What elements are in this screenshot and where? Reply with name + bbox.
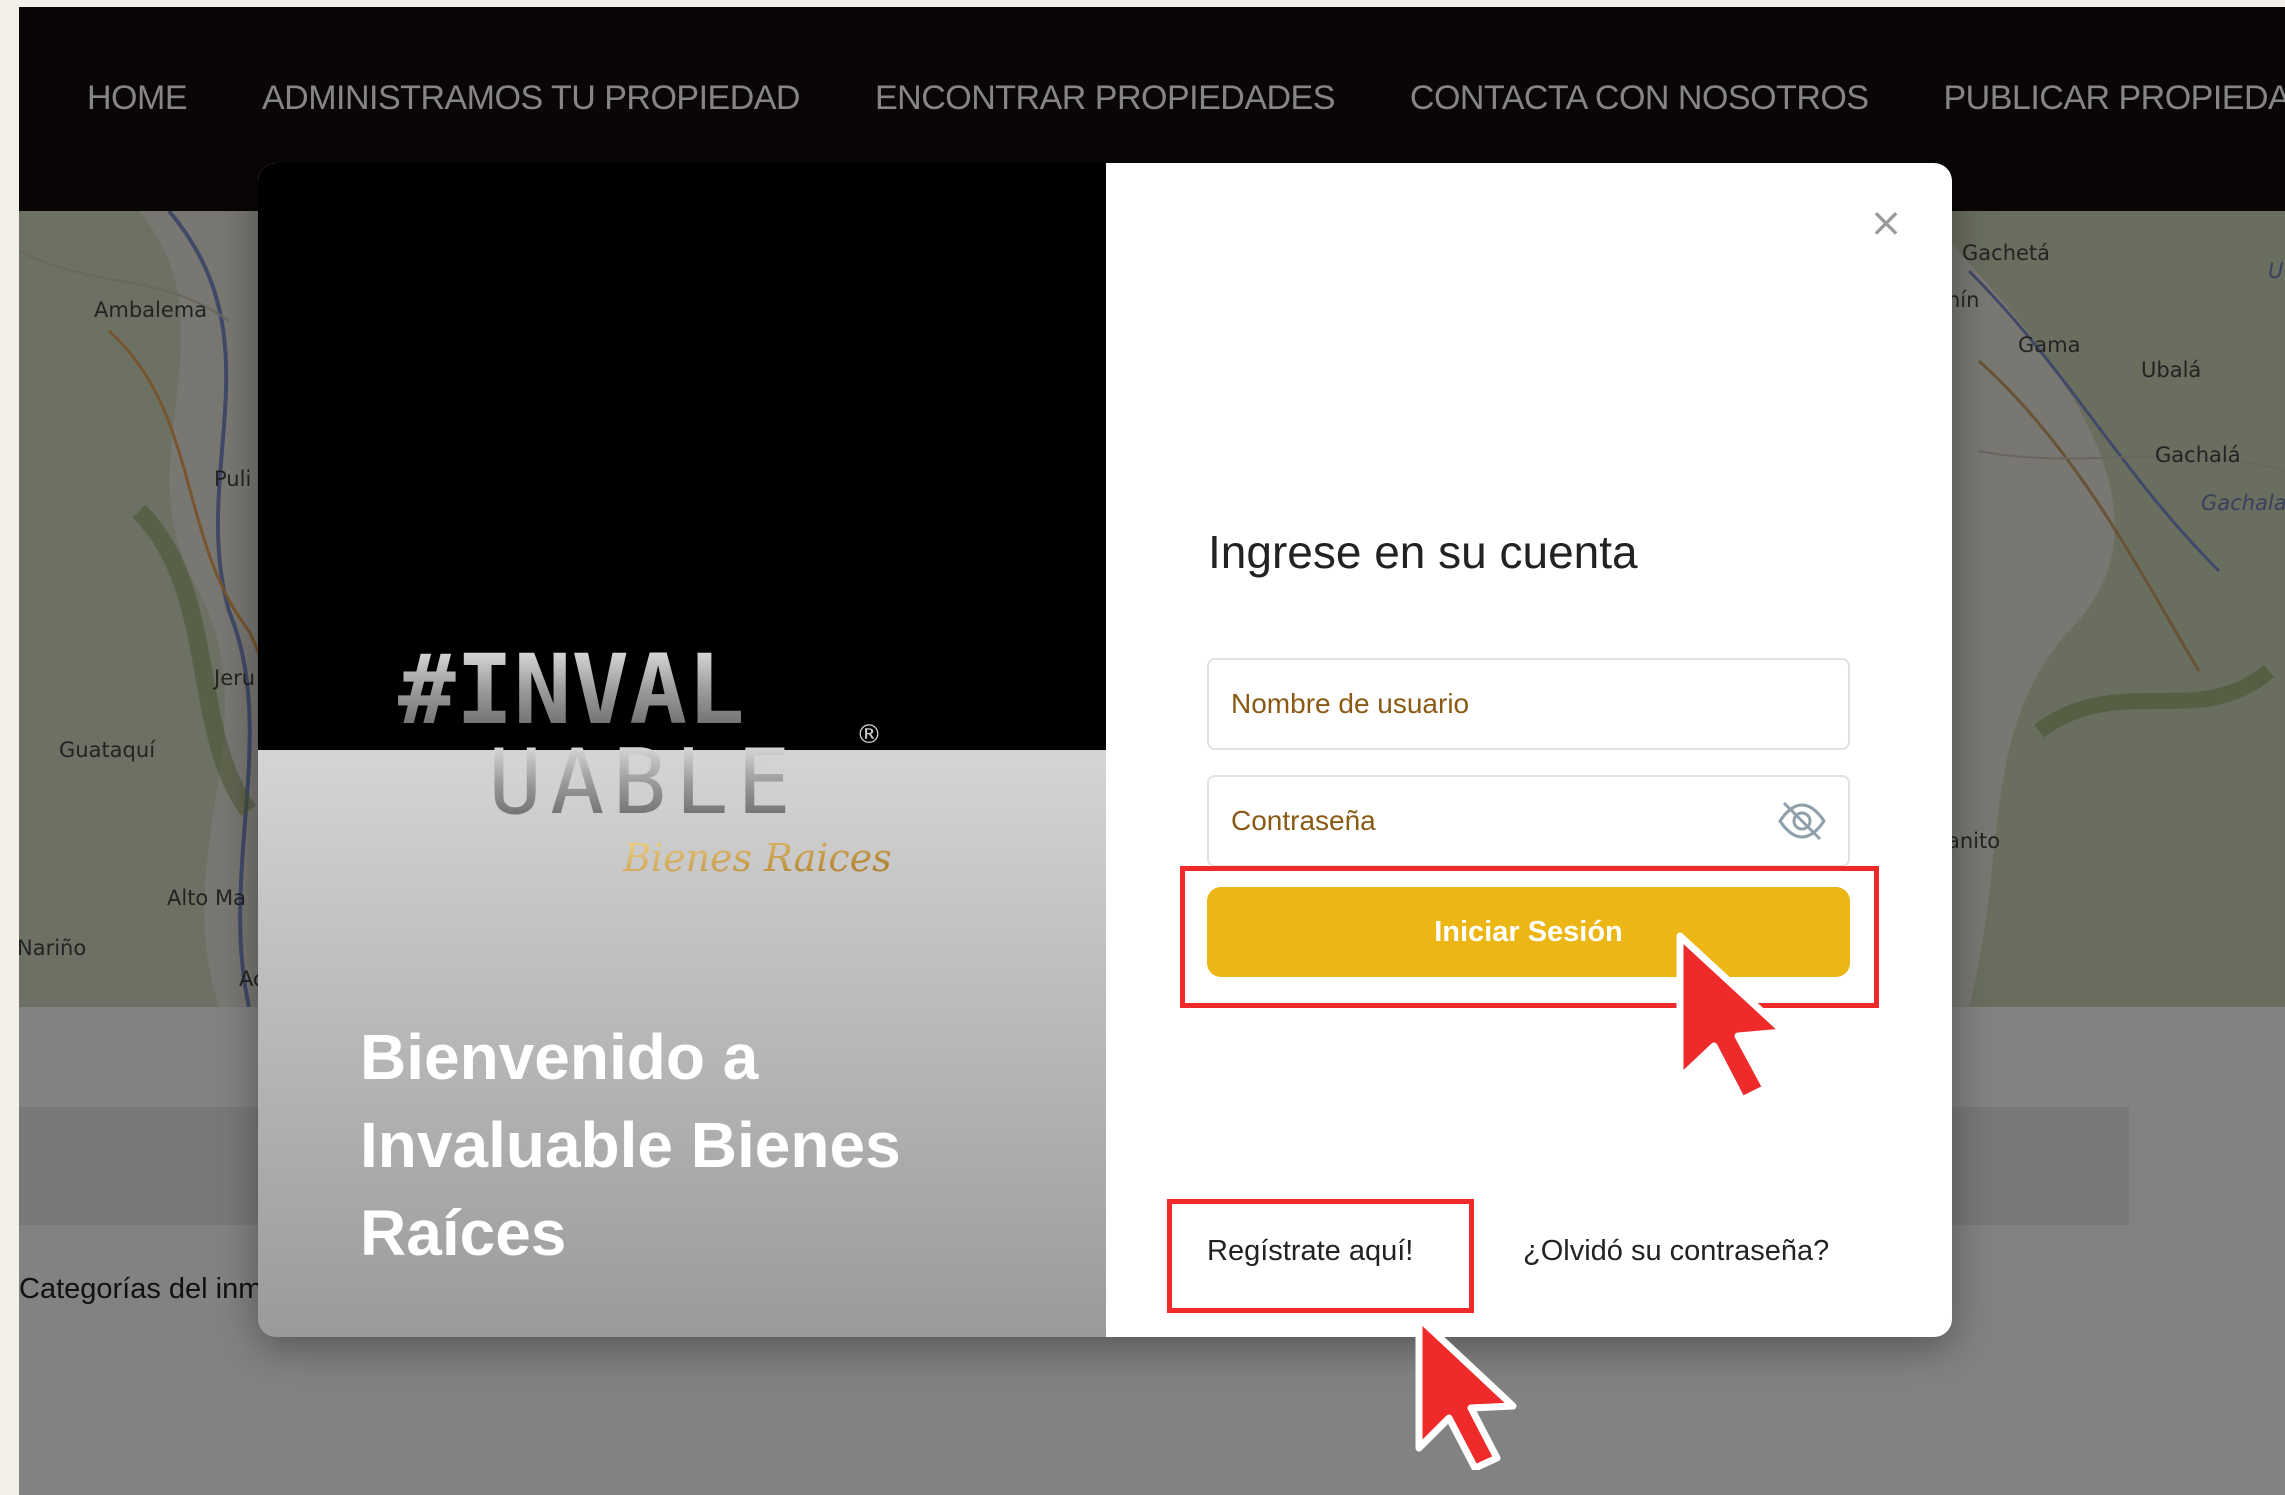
- welcome-heading: Bienvenido a Invaluable Bienes Raíces: [360, 1021, 901, 1269]
- modal-form-panel: × Ingrese en su cuenta Iniciar Sesión Re…: [1106, 163, 1952, 1337]
- username-input[interactable]: [1209, 660, 1769, 748]
- pointer-cursor-icon: [1415, 1314, 1517, 1470]
- register-link-highlight: [1167, 1199, 1474, 1313]
- invaluable-logo: #INVAL ® UABLE Bienes Raices: [398, 643, 892, 880]
- password-input[interactable]: [1209, 777, 1769, 865]
- close-icon[interactable]: ×: [1866, 203, 1906, 243]
- forgot-password-link[interactable]: ¿Olvidó su contraseña?: [1523, 1235, 1829, 1268]
- password-field: [1207, 775, 1850, 867]
- logo-tagline: Bienes Raices: [622, 836, 892, 880]
- username-field: [1207, 658, 1850, 750]
- pointer-cursor-icon: [1676, 932, 1788, 1103]
- login-modal: #INVAL ® UABLE Bienes Raices Bienvenido …: [258, 163, 1952, 1337]
- logo-registered-mark: ®: [856, 720, 882, 750]
- eye-slash-icon[interactable]: [1776, 795, 1828, 847]
- modal-brand-panel: #INVAL ® UABLE Bienes Raices Bienvenido …: [258, 163, 1106, 1337]
- logo-line2: UABLE: [488, 730, 799, 835]
- login-title: Ingrese en su cuenta: [1208, 526, 1638, 578]
- screenshot-stage: HOME ADMINISTRAMOS TU PROPIEDAD ENCONTRA…: [0, 0, 2285, 1495]
